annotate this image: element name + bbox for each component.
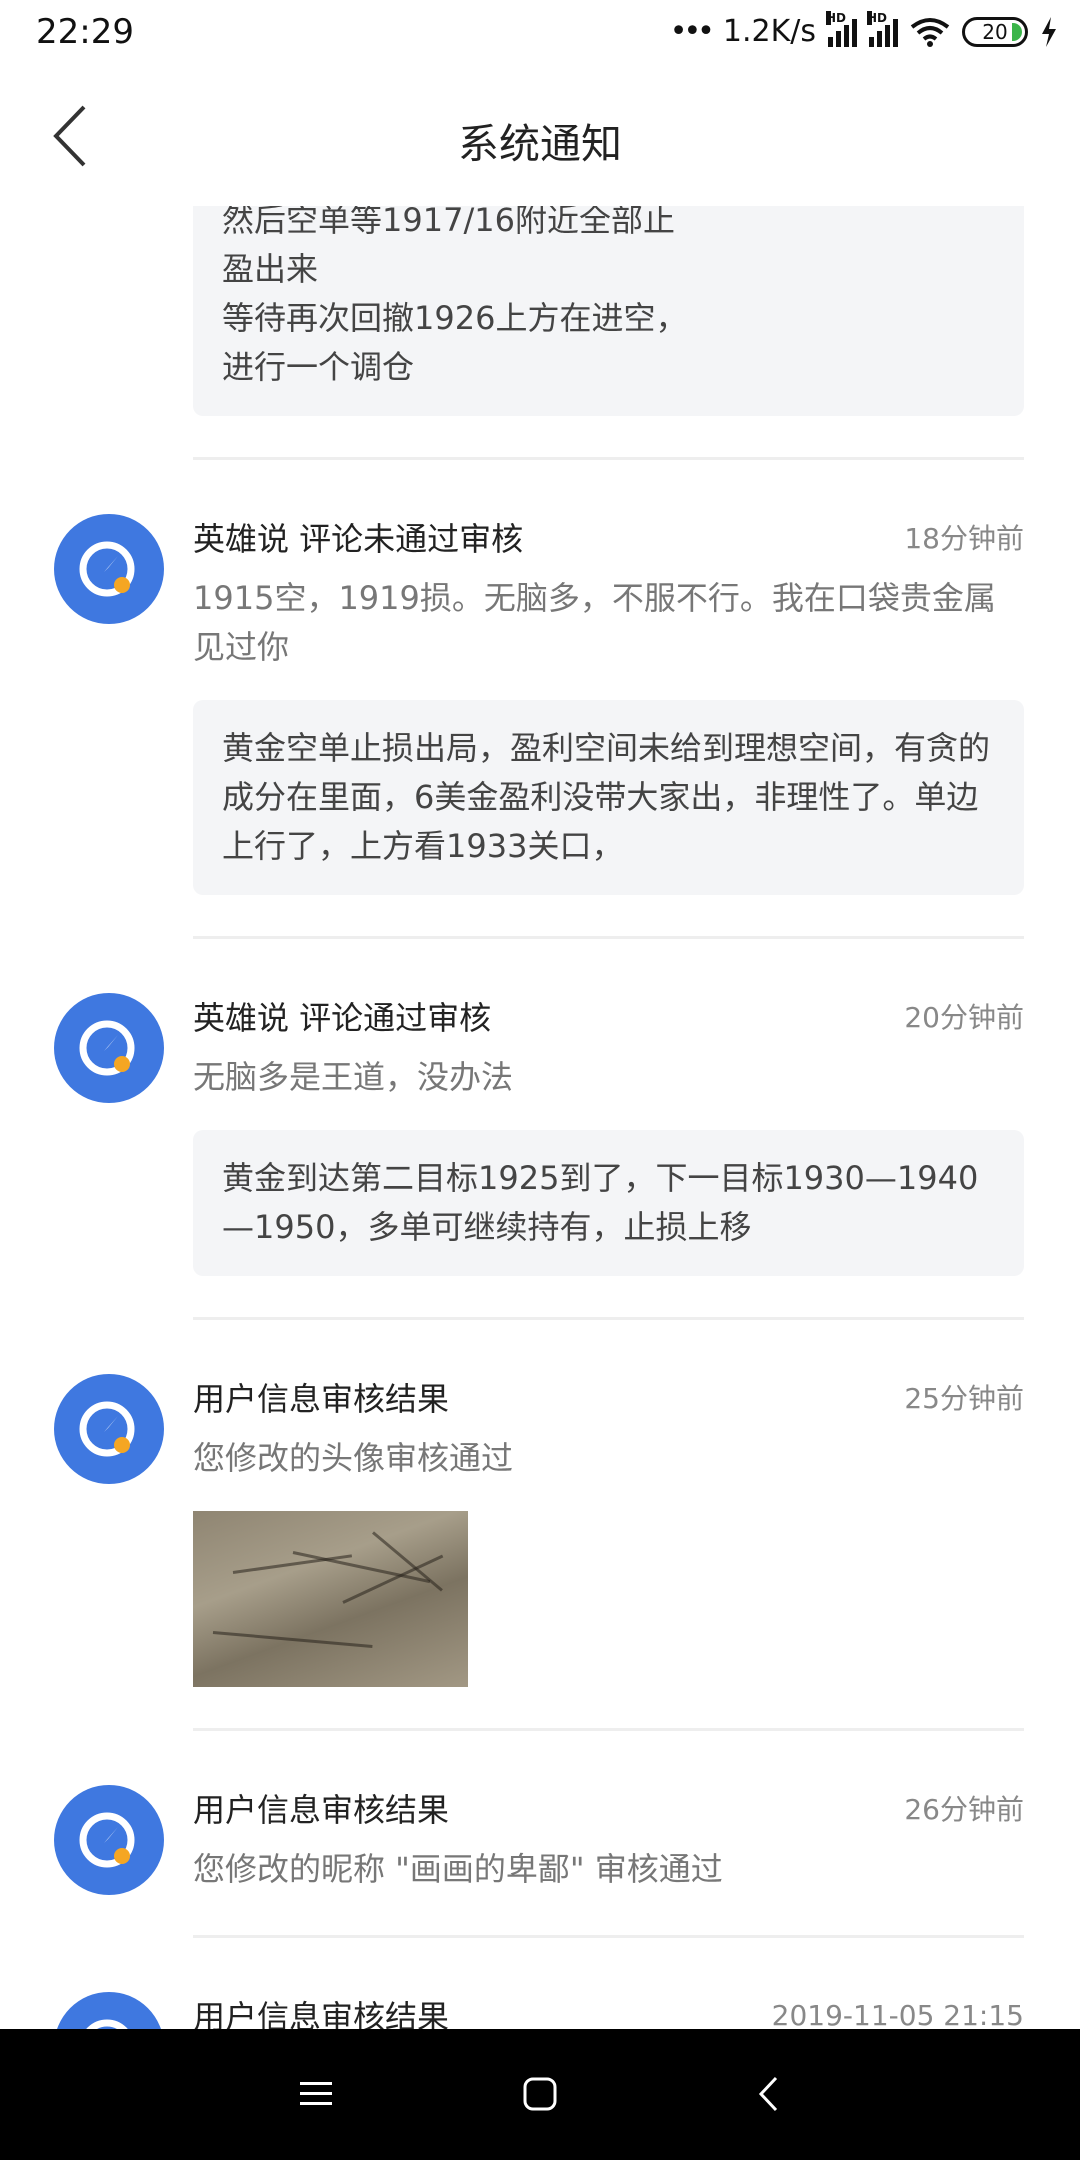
signal-icon-2: HD [867, 10, 898, 47]
app-logo-icon [54, 993, 164, 1103]
back-nav-button[interactable] [738, 2064, 798, 2124]
charging-icon [1042, 16, 1056, 47]
page-title: 系统通知 [458, 120, 622, 168]
back-nav-icon [758, 2076, 778, 2112]
network-speed: 1.2K/s [722, 14, 816, 49]
status-bar: 22:29 ••• 1.2K/s HD HD 20 [0, 0, 1080, 66]
wifi-icon [910, 17, 950, 47]
quoted-content: 黄金到达第二目标1925到了，下一目标1930—1940—1950，多单可继续持… [193, 1130, 1024, 1276]
app-logo-icon [54, 1992, 164, 2029]
notification-title: 英雄说 评论未通过审核 [193, 520, 524, 558]
notification-body: 1915空，1919损。无脑多，不服不行。我在口袋贵金属见过你 [193, 579, 996, 666]
notification-list[interactable]: 然后空单等1917/16附近全部止 盈出来 等待再次回撤1926上方在进空， 进… [0, 206, 1080, 2029]
notification-time: 26分钟前 [904, 1793, 1024, 1826]
navigation-bar [0, 2029, 1080, 2160]
notification-body: 您修改的头像审核通过 [193, 1439, 514, 1477]
home-icon [523, 2077, 557, 2111]
status-icons: ••• 1.2K/s HD HD 20 [669, 10, 1058, 49]
avatar-image[interactable] [193, 1511, 468, 1687]
notification-item[interactable]: 用户信息审核结果 26分钟前 您修改的昵称 "画画的卑鄙" 审核通过 [0, 1731, 1080, 1938]
notification-item[interactable]: 英雄说 评论通过审核 20分钟前 无脑多是王道，没办法 黄金到达第二目标1925… [0, 939, 1080, 1320]
menu-icon [300, 2082, 332, 2105]
notification-item[interactable]: 用户信息审核结果 2019-11-05 21:15 [0, 1938, 1080, 2029]
app-logo-icon [54, 1785, 164, 1895]
notification-title: 用户信息审核结果 [193, 1998, 450, 2029]
notification-title: 英雄说 评论通过审核 [193, 999, 492, 1037]
header: 系统通知 [0, 66, 1080, 206]
notification-item[interactable]: 用户信息审核结果 25分钟前 您修改的头像审核通过 [0, 1320, 1080, 1731]
notification-time: 25分钟前 [904, 1382, 1024, 1415]
home-button[interactable] [510, 2064, 570, 2124]
quoted-content: 黄金空单止损出局，盈利空间未给到理想空间，有贪的成分在里面，6美金盈利没带大家出… [193, 700, 1024, 895]
menu-button[interactable] [286, 2064, 346, 2124]
quoted-content: 然后空单等1917/16附近全部止 盈出来 等待再次回撤1926上方在进空， 进… [193, 206, 1024, 416]
status-time: 22:29 [36, 12, 134, 52]
notification-title: 用户信息审核结果 [193, 1380, 450, 1418]
battery-icon: 20 [962, 16, 1028, 47]
more-dots-icon: ••• [669, 14, 715, 49]
notification-body: 无脑多是王道，没办法 [193, 1058, 514, 1096]
notification-time: 18分钟前 [904, 522, 1024, 555]
notification-item[interactable]: 英雄说 评论未通过审核 18分钟前 1915空，1919损。无脑多，不服不行。我… [0, 460, 1080, 939]
notification-title: 用户信息审核结果 [193, 1791, 450, 1829]
notification-body: 您修改的昵称 "画画的卑鄙" 审核通过 [193, 1850, 723, 1888]
notification-time: 20分钟前 [904, 1001, 1024, 1034]
notification-time: 2019-11-05 21:15 [771, 1998, 1024, 2030]
app-logo-icon [54, 514, 164, 624]
app-logo-icon [54, 1374, 164, 1484]
signal-icon-1: HD [826, 10, 857, 47]
